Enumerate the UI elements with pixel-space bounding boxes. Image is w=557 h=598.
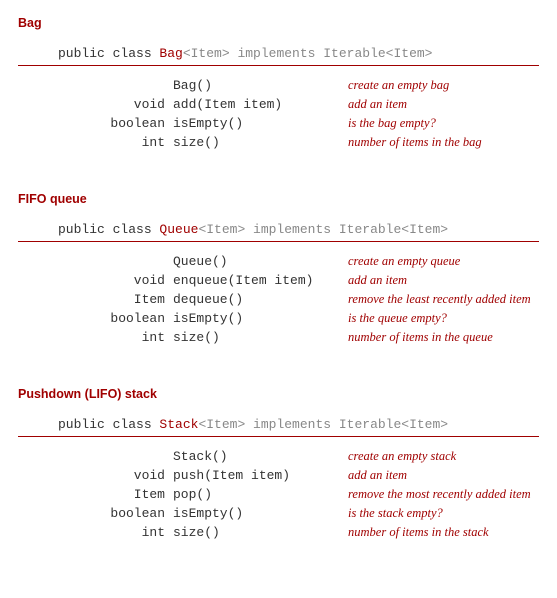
method-description: is the queue empty? xyxy=(348,311,539,326)
method-signature: pop() xyxy=(173,487,348,502)
generic-type: <Item> xyxy=(198,222,245,237)
return-type: int xyxy=(18,525,173,540)
api-title: Pushdown (LIFO) stack xyxy=(18,387,539,401)
method-row: voidenqueue(Item item)add an item xyxy=(18,271,539,290)
api-block: FIFO queue public class Queue<Item> imple… xyxy=(18,192,539,347)
method-row: Queue()create an empty queue xyxy=(18,252,539,271)
method-signature: size() xyxy=(173,330,348,345)
return-type: void xyxy=(18,97,173,112)
keyword-public-class: public class xyxy=(58,417,159,432)
class-name: Queue xyxy=(159,222,198,237)
class-name: Stack xyxy=(159,417,198,432)
method-row: booleanisEmpty()is the stack empty? xyxy=(18,504,539,523)
implements-clause: implements Iterable<Item> xyxy=(245,222,448,237)
method-row: Bag()create an empty bag xyxy=(18,76,539,95)
class-declaration: public class Queue<Item> implements Iter… xyxy=(18,220,539,242)
method-description: number of items in the bag xyxy=(348,135,539,150)
method-row: Itempop()remove the most recently added … xyxy=(18,485,539,504)
method-description: add an item xyxy=(348,468,539,483)
method-signature: Queue() xyxy=(173,254,348,269)
method-description: create an empty stack xyxy=(348,449,539,464)
keyword-public-class: public class xyxy=(58,46,159,61)
method-signature: size() xyxy=(173,135,348,150)
method-row: voidadd(Item item)add an item xyxy=(18,95,539,114)
method-row: booleanisEmpty()is the queue empty? xyxy=(18,309,539,328)
method-signature: dequeue() xyxy=(173,292,348,307)
api-title: FIFO queue xyxy=(18,192,539,206)
method-signature: Stack() xyxy=(173,449,348,464)
method-description: number of items in the stack xyxy=(348,525,539,540)
method-signature: size() xyxy=(173,525,348,540)
return-type: Item xyxy=(18,487,173,502)
method-signature: Bag() xyxy=(173,78,348,93)
generic-type: <Item> xyxy=(183,46,230,61)
method-row: intsize()number of items in the bag xyxy=(18,133,539,152)
method-row: intsize()number of items in the queue xyxy=(18,328,539,347)
method-row: intsize()number of items in the stack xyxy=(18,523,539,542)
method-signature: isEmpty() xyxy=(173,506,348,521)
method-description: is the stack empty? xyxy=(348,506,539,521)
method-signature: push(Item item) xyxy=(173,468,348,483)
method-description: number of items in the queue xyxy=(348,330,539,345)
method-row: Stack()create an empty stack xyxy=(18,447,539,466)
return-type: int xyxy=(18,330,173,345)
return-type: void xyxy=(18,273,173,288)
method-description: create an empty queue xyxy=(348,254,539,269)
method-description: create an empty bag xyxy=(348,78,539,93)
method-signature: isEmpty() xyxy=(173,116,348,131)
implements-clause: implements Iterable<Item> xyxy=(245,417,448,432)
api-listing: Bagpublic class Bag<Item> implements Ite… xyxy=(18,16,539,542)
method-signature: add(Item item) xyxy=(173,97,348,112)
return-type: void xyxy=(18,468,173,483)
method-row: booleanisEmpty()is the bag empty? xyxy=(18,114,539,133)
method-description: remove the least recently added item xyxy=(348,292,539,307)
api-block: Bagpublic class Bag<Item> implements Ite… xyxy=(18,16,539,152)
method-description: is the bag empty? xyxy=(348,116,539,131)
method-description: add an item xyxy=(348,273,539,288)
class-declaration: public class Bag<Item> implements Iterab… xyxy=(18,44,539,66)
return-type: boolean xyxy=(18,506,173,521)
api-block: Pushdown (LIFO) stack public class Stack<… xyxy=(18,387,539,542)
class-declaration: public class Stack<Item> implements Iter… xyxy=(18,415,539,437)
method-description: remove the most recently added item xyxy=(348,487,539,502)
method-signature: isEmpty() xyxy=(173,311,348,326)
method-row: Itemdequeue()remove the least recently a… xyxy=(18,290,539,309)
method-signature: enqueue(Item item) xyxy=(173,273,348,288)
method-description: add an item xyxy=(348,97,539,112)
generic-type: <Item> xyxy=(198,417,245,432)
api-title: Bag xyxy=(18,16,539,30)
class-name: Bag xyxy=(159,46,182,61)
return-type: boolean xyxy=(18,311,173,326)
keyword-public-class: public class xyxy=(58,222,159,237)
return-type: int xyxy=(18,135,173,150)
implements-clause: implements Iterable<Item> xyxy=(230,46,433,61)
method-row: voidpush(Item item)add an item xyxy=(18,466,539,485)
return-type: boolean xyxy=(18,116,173,131)
return-type: Item xyxy=(18,292,173,307)
